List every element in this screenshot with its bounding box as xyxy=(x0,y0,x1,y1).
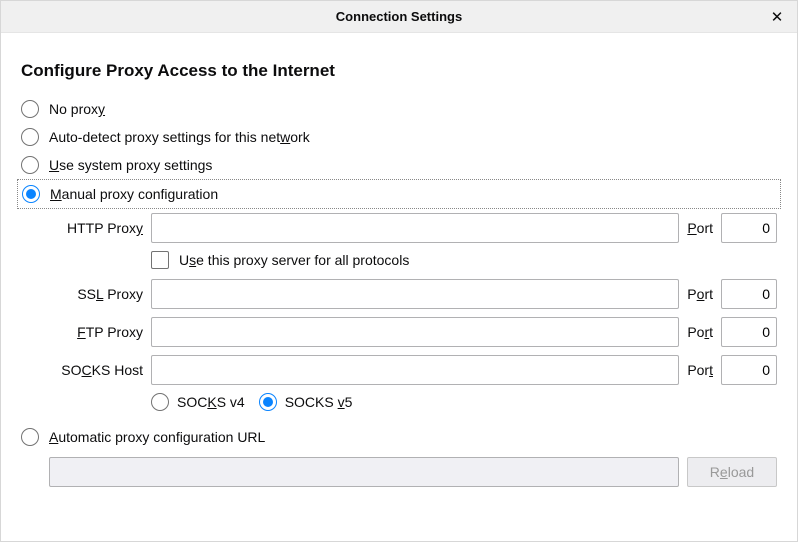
row-use-same-proxy[interactable]: Use this proxy server for all protocols xyxy=(151,251,777,269)
label-ssl-proxy: SSL Proxy xyxy=(49,286,143,302)
radio-auto-detect[interactable] xyxy=(21,128,39,146)
option-system-proxy[interactable]: Use system proxy settings xyxy=(21,151,777,179)
option-no-proxy[interactable]: No proxy xyxy=(21,95,777,123)
input-auto-config-url[interactable] xyxy=(49,457,679,487)
radio-socks-v5[interactable] xyxy=(259,393,277,411)
option-auto-config-url[interactable]: Automatic proxy configuration URL xyxy=(21,423,777,451)
label-socks-v4: SOCKS v4 xyxy=(177,394,245,410)
row-socks-host: SOCKS Host Port xyxy=(49,355,777,385)
label-auto-config-url: Automatic proxy configuration URL xyxy=(49,429,265,445)
input-ftp-host[interactable] xyxy=(151,317,679,347)
label-socks-v5: SOCKS v5 xyxy=(285,394,353,410)
option-manual-proxy[interactable]: Manual proxy configuration xyxy=(17,179,781,209)
content-area: Configure Proxy Access to the Internet N… xyxy=(1,33,797,503)
row-auto-config-url: Reload xyxy=(49,457,777,487)
radio-no-proxy[interactable] xyxy=(21,100,39,118)
label-socks-host: SOCKS Host xyxy=(49,362,143,378)
label-use-same-proxy: Use this proxy server for all protocols xyxy=(179,252,409,268)
label-no-proxy: No proxy xyxy=(49,101,105,117)
radio-manual-proxy[interactable] xyxy=(22,185,40,203)
dialog-title: Connection Settings xyxy=(336,9,462,24)
radio-auto-config-url[interactable] xyxy=(21,428,39,446)
label-system-proxy: Use system proxy settings xyxy=(49,157,212,173)
radio-system-proxy[interactable] xyxy=(21,156,39,174)
close-icon[interactable]: ✕ xyxy=(765,5,789,29)
label-ftp-proxy: FTP Proxy xyxy=(49,324,143,340)
label-http-port: Port xyxy=(687,220,713,236)
input-http-port[interactable] xyxy=(721,213,777,243)
input-ftp-port[interactable] xyxy=(721,317,777,347)
section-heading: Configure Proxy Access to the Internet xyxy=(21,61,777,81)
socks-version-group: SOCKS v4 SOCKS v5 xyxy=(151,393,777,411)
label-manual-proxy: Manual proxy configuration xyxy=(50,186,218,202)
option-auto-detect[interactable]: Auto-detect proxy settings for this netw… xyxy=(21,123,777,151)
label-ftp-port: Port xyxy=(687,324,713,340)
input-socks-port[interactable] xyxy=(721,355,777,385)
checkbox-use-same-proxy[interactable] xyxy=(151,251,169,269)
input-socks-host[interactable] xyxy=(151,355,679,385)
titlebar: Connection Settings ✕ xyxy=(1,1,797,33)
radio-socks-v4[interactable] xyxy=(151,393,169,411)
reload-button[interactable]: Reload xyxy=(687,457,777,487)
input-ssl-host[interactable] xyxy=(151,279,679,309)
label-auto-detect: Auto-detect proxy settings for this netw… xyxy=(49,129,310,145)
row-ssl-proxy: SSL Proxy Port xyxy=(49,279,777,309)
label-socks-port: Port xyxy=(687,362,713,378)
manual-proxy-fields: HTTP Proxy Port Use this proxy server fo… xyxy=(49,213,777,411)
label-http-proxy: HTTP Proxy xyxy=(49,220,143,236)
input-http-host[interactable] xyxy=(151,213,679,243)
row-ftp-proxy: FTP Proxy Port xyxy=(49,317,777,347)
option-socks-v4[interactable]: SOCKS v4 xyxy=(151,393,245,411)
label-ssl-port: Port xyxy=(687,286,713,302)
connection-settings-dialog: Connection Settings ✕ Configure Proxy Ac… xyxy=(0,0,798,542)
option-socks-v5[interactable]: SOCKS v5 xyxy=(259,393,353,411)
row-http-proxy: HTTP Proxy Port xyxy=(49,213,777,243)
input-ssl-port[interactable] xyxy=(721,279,777,309)
